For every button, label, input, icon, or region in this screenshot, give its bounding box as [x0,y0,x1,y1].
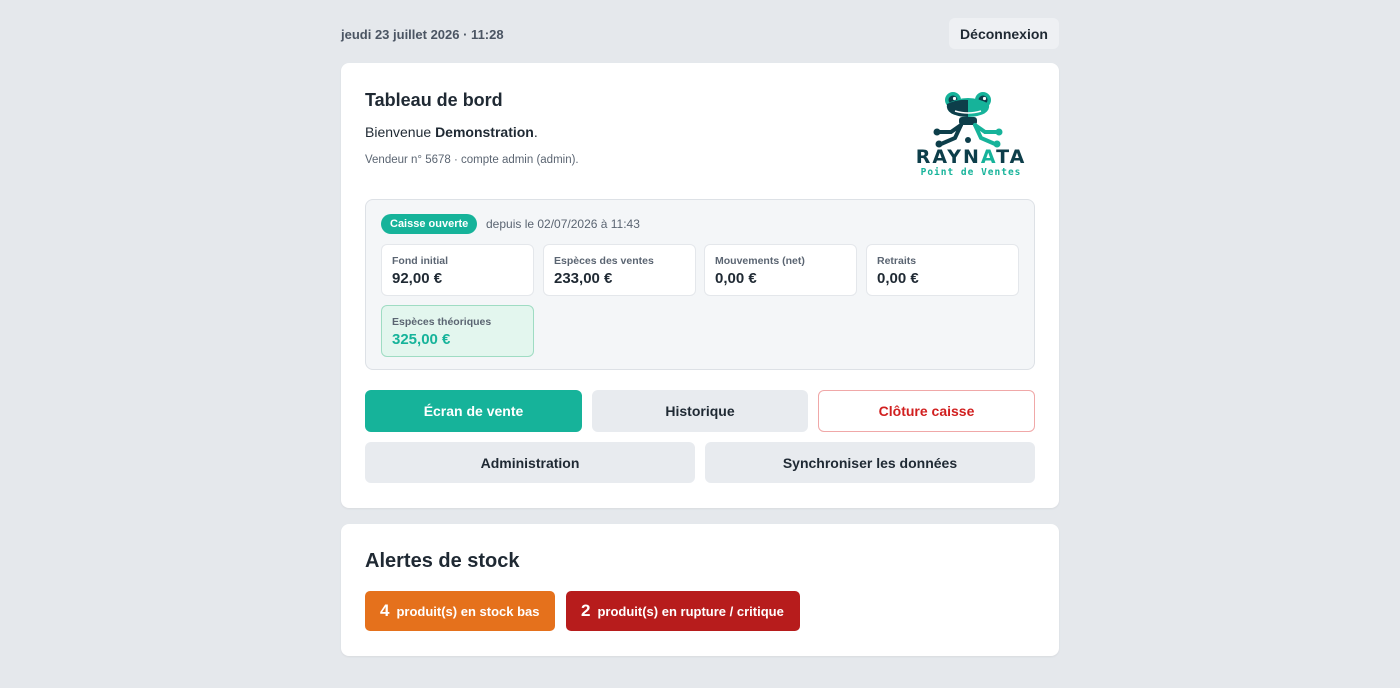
critical-stock-alert-button[interactable]: 2 produit(s) en rupture / critique [566,591,800,631]
stat-value: 0,00 € [715,270,757,287]
sync-data-button[interactable]: Synchroniser les données [705,442,1035,483]
stat-label: Espèces théoriques [392,316,492,328]
stat-sales-cash: Espèces des ventes 233,00 € [543,244,696,296]
session-since: depuis le 02/07/2026 à 11:43 [486,217,640,231]
critical-stock-label: produit(s) en rupture / critique [597,603,784,619]
low-stock-count: 4 [380,601,390,620]
stat-value: 233,00 € [554,270,613,287]
frog-mascot-icon [933,92,1003,148]
status-badge: Caisse ouverte [381,214,478,234]
stat-initial-fund: Fond initial 92,00 € [381,244,534,296]
sale-screen-button[interactable]: Écran de vente [365,390,582,432]
vendor-info: Vendeur n° 5678 · compte admin (admin). [365,154,579,166]
dashboard-card: Tableau de bord Bienvenue Demonstration.… [341,63,1059,508]
stat-value: 92,00 € [392,270,443,287]
welcome-suffix: . [533,124,538,140]
stat-value: 0,00 € [877,270,919,287]
top-bar: jeudi 23 juillet 2026 · 11:28 Déconnexio… [341,18,1059,50]
low-stock-alert-button[interactable]: 4 produit(s) en stock bas [365,591,555,631]
logo-wordmark: RAYNATA [915,146,1027,168]
stat-withdrawals: Retraits 0,00 € [866,244,1019,296]
user-name: Demonstration [435,124,534,140]
current-datetime: jeudi 23 juillet 2026 · 11:28 [341,27,504,42]
logo-subtitle: Point de Ventes [920,167,1022,178]
stat-theoretical-cash: Espèces théoriques 325,00 € [381,305,534,357]
stock-alerts-card: Alertes de stock 4 produit(s) en stock b… [341,524,1059,656]
history-button[interactable]: Historique [592,390,808,432]
welcome-prefix: Bienvenue [365,124,436,140]
cash-session-panel: Caisse ouverte depuis le 02/07/2026 à 11… [365,199,1035,370]
close-register-button[interactable]: Clôture caisse [818,390,1035,432]
low-stock-label: produit(s) en stock bas [396,603,540,619]
stat-label: Espèces des ventes [554,255,654,267]
critical-stock-count: 2 [581,601,591,620]
administration-button[interactable]: Administration [365,442,695,483]
stat-label: Mouvements (net) [715,255,805,267]
stock-alerts-title: Alertes de stock [365,550,520,572]
stat-movements: Mouvements (net) 0,00 € [704,244,857,296]
raynata-logo: RAYNATA Point de Ventes [911,90,1031,180]
welcome-text: Bienvenue Demonstration. [365,124,538,140]
page-title: Tableau de bord [365,90,503,110]
stat-label: Fond initial [392,255,448,267]
stat-value: 325,00 € [392,331,451,348]
logout-button[interactable]: Déconnexion [949,18,1059,49]
stat-label: Retraits [877,255,917,267]
